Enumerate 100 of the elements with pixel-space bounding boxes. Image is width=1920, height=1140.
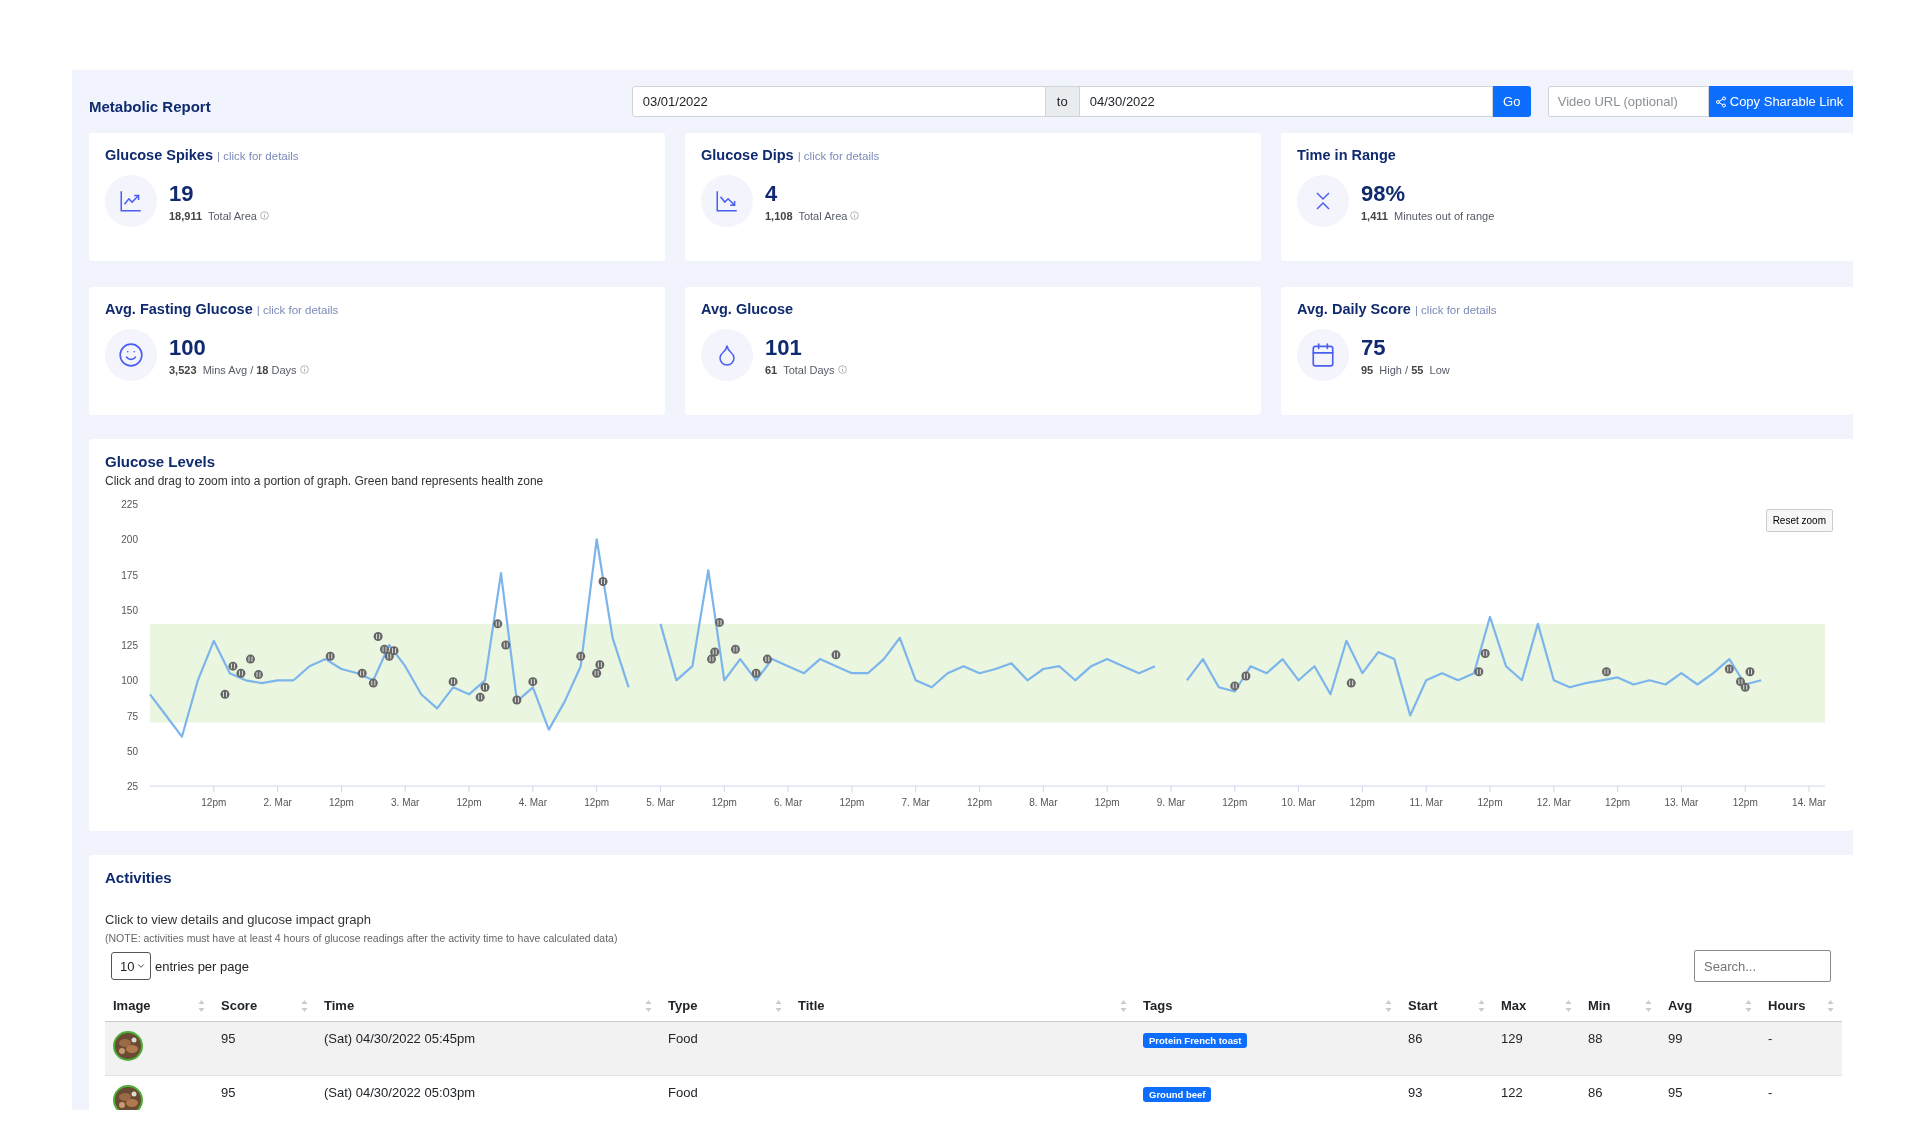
table-cell: 86 — [1588, 1085, 1603, 1100]
details-link[interactable]: | click for details — [256, 304, 339, 316]
meal-marker-icon[interactable] — [1241, 671, 1251, 681]
meal-marker-icon[interactable] — [715, 617, 724, 627]
stat-detail: 1,411 Minutes out of range — [1361, 209, 1495, 222]
meal-marker-icon[interactable] — [1601, 667, 1611, 677]
chevrons-icon — [1313, 190, 1333, 212]
column-header[interactable]: Type — [668, 998, 698, 1013]
stat-detail: 18,911 Total Area — [169, 209, 257, 222]
x-tick-label: 12pm — [1094, 797, 1120, 808]
table-cell: (Sat) 04/30/2022 05:03pm — [324, 1085, 476, 1100]
x-tick-label: 12pm — [967, 797, 993, 808]
stat-value: 100 — [169, 334, 207, 361]
page-size-select[interactable]: 10 — [111, 952, 151, 980]
y-tick-label: 125 — [121, 640, 138, 651]
column-header[interactable]: Tags — [1143, 998, 1173, 1013]
x-tick-label: 5. Mar — [646, 797, 675, 808]
meal-marker-icon[interactable] — [595, 660, 605, 670]
x-tick-label: 12pm — [1732, 797, 1758, 808]
table-cell: (Sat) 04/30/2022 05:45pm — [324, 1031, 476, 1046]
meal-marker-icon[interactable] — [480, 682, 490, 692]
reset-zoom-button[interactable]: Reset zoom — [1765, 509, 1833, 532]
y-tick-label: 25 — [126, 781, 138, 792]
meal-marker-icon[interactable] — [228, 661, 238, 671]
meal-marker-icon[interactable] — [1735, 677, 1745, 687]
x-tick-label: 13. Mar — [1664, 797, 1699, 808]
table-cell: 88 — [1588, 1031, 1603, 1046]
meal-marker-icon[interactable] — [254, 670, 263, 680]
meal-marker-icon[interactable] — [528, 677, 538, 687]
share-button[interactable]: Copy Sharable Link — [1708, 86, 1853, 117]
meal-marker-icon[interactable] — [368, 678, 378, 688]
table-cell: - — [1768, 1085, 1773, 1100]
go-button[interactable]: Go — [1492, 86, 1531, 117]
panel-title: Glucose Levels — [105, 453, 217, 470]
meal-marker-icon[interactable] — [598, 577, 608, 587]
meal-marker-icon[interactable] — [1230, 681, 1240, 691]
meal-marker-icon[interactable] — [710, 647, 720, 657]
column-header[interactable]: Time — [324, 998, 355, 1013]
meal-marker-icon[interactable] — [831, 650, 841, 660]
column-header[interactable]: Min — [1588, 998, 1611, 1013]
meal-marker-icon[interactable] — [493, 619, 503, 629]
table-cell: 95 — [221, 1031, 236, 1046]
meal-marker-icon[interactable] — [448, 677, 458, 687]
x-tick-label: 12pm — [1222, 797, 1248, 808]
x-tick-label: 12pm — [839, 797, 865, 808]
details-link[interactable]: | click for details — [217, 150, 299, 162]
chart-subtitle: Click and drag to zoom into a portion of graph. Green band represents health zone — [105, 474, 545, 488]
meal-marker-icon[interactable] — [1745, 667, 1755, 677]
meal-marker-icon[interactable] — [501, 640, 511, 650]
meal-marker-icon[interactable] — [1740, 682, 1750, 692]
y-tick-label: 175 — [121, 569, 138, 581]
meal-marker-icon[interactable] — [751, 668, 761, 678]
y-tick-label: 75 — [126, 710, 138, 722]
column-header[interactable]: Title — [798, 998, 825, 1013]
meal-marker-icon[interactable] — [357, 668, 367, 678]
column-header[interactable]: Start — [1408, 998, 1438, 1013]
meal-marker-icon[interactable] — [762, 654, 772, 664]
meal-marker-icon[interactable] — [246, 654, 255, 664]
meal-marker-icon[interactable] — [512, 695, 522, 705]
meal-marker-icon[interactable] — [389, 646, 399, 656]
meal-marker-icon[interactable] — [730, 644, 740, 654]
tag-badge: Protein French toast — [1143, 1033, 1248, 1048]
meal-marker-icon[interactable] — [475, 692, 485, 702]
meal-marker-icon[interactable] — [1474, 667, 1484, 677]
card-title: Glucose Dips — [701, 147, 794, 163]
end-date-field[interactable]: 04/30/2022 — [1078, 86, 1493, 117]
column-header[interactable]: Max — [1501, 998, 1527, 1013]
chevron-down-icon — [136, 961, 146, 971]
tag-badge: Ground beef — [1143, 1087, 1212, 1102]
column-header[interactable]: Score — [221, 998, 258, 1013]
x-tick-label: 14. Mar — [1792, 797, 1826, 808]
video-url-field[interactable]: Video URL (optional) — [1547, 86, 1709, 117]
details-link[interactable]: | click for details — [797, 150, 880, 162]
details-link[interactable]: | click for details — [1414, 304, 1497, 316]
start-date-field[interactable]: 03/01/2022 — [631, 86, 1046, 117]
x-tick-label: 10. Mar — [1281, 797, 1316, 808]
meal-marker-icon[interactable] — [325, 651, 335, 661]
calendar-icon — [1310, 342, 1336, 368]
search-field[interactable]: Search... — [1694, 950, 1831, 982]
x-tick-label: 11. Mar — [1409, 797, 1443, 808]
meal-marker-icon[interactable] — [1346, 678, 1356, 688]
meal-marker-icon[interactable] — [380, 644, 389, 654]
stat-value: 75 — [1361, 334, 1387, 361]
intro-text: Click to view details and glucose impact graph — [105, 912, 372, 927]
x-tick-label: 8. Mar — [1029, 797, 1058, 808]
meal-marker-icon[interactable] — [220, 689, 230, 699]
meal-marker-icon[interactable] — [373, 632, 383, 642]
meal-marker-icon[interactable] — [236, 668, 246, 678]
x-tick-label: 4. Mar — [518, 797, 548, 808]
meal-marker-icon[interactable] — [1724, 664, 1734, 674]
meal-marker-icon[interactable] — [1480, 648, 1490, 658]
card-title: Time in Range — [1297, 147, 1396, 163]
meal-marker-icon[interactable] — [592, 668, 602, 678]
stat-detail: 1,108 Total Area — [765, 209, 848, 222]
column-header[interactable]: Avg — [1668, 998, 1693, 1013]
meal-marker-icon[interactable] — [576, 651, 586, 661]
column-header[interactable]: Image — [113, 998, 151, 1013]
line-chart-icon — [714, 188, 740, 214]
column-header[interactable]: Hours — [1768, 998, 1806, 1013]
table-cell: 95 — [1668, 1085, 1683, 1100]
